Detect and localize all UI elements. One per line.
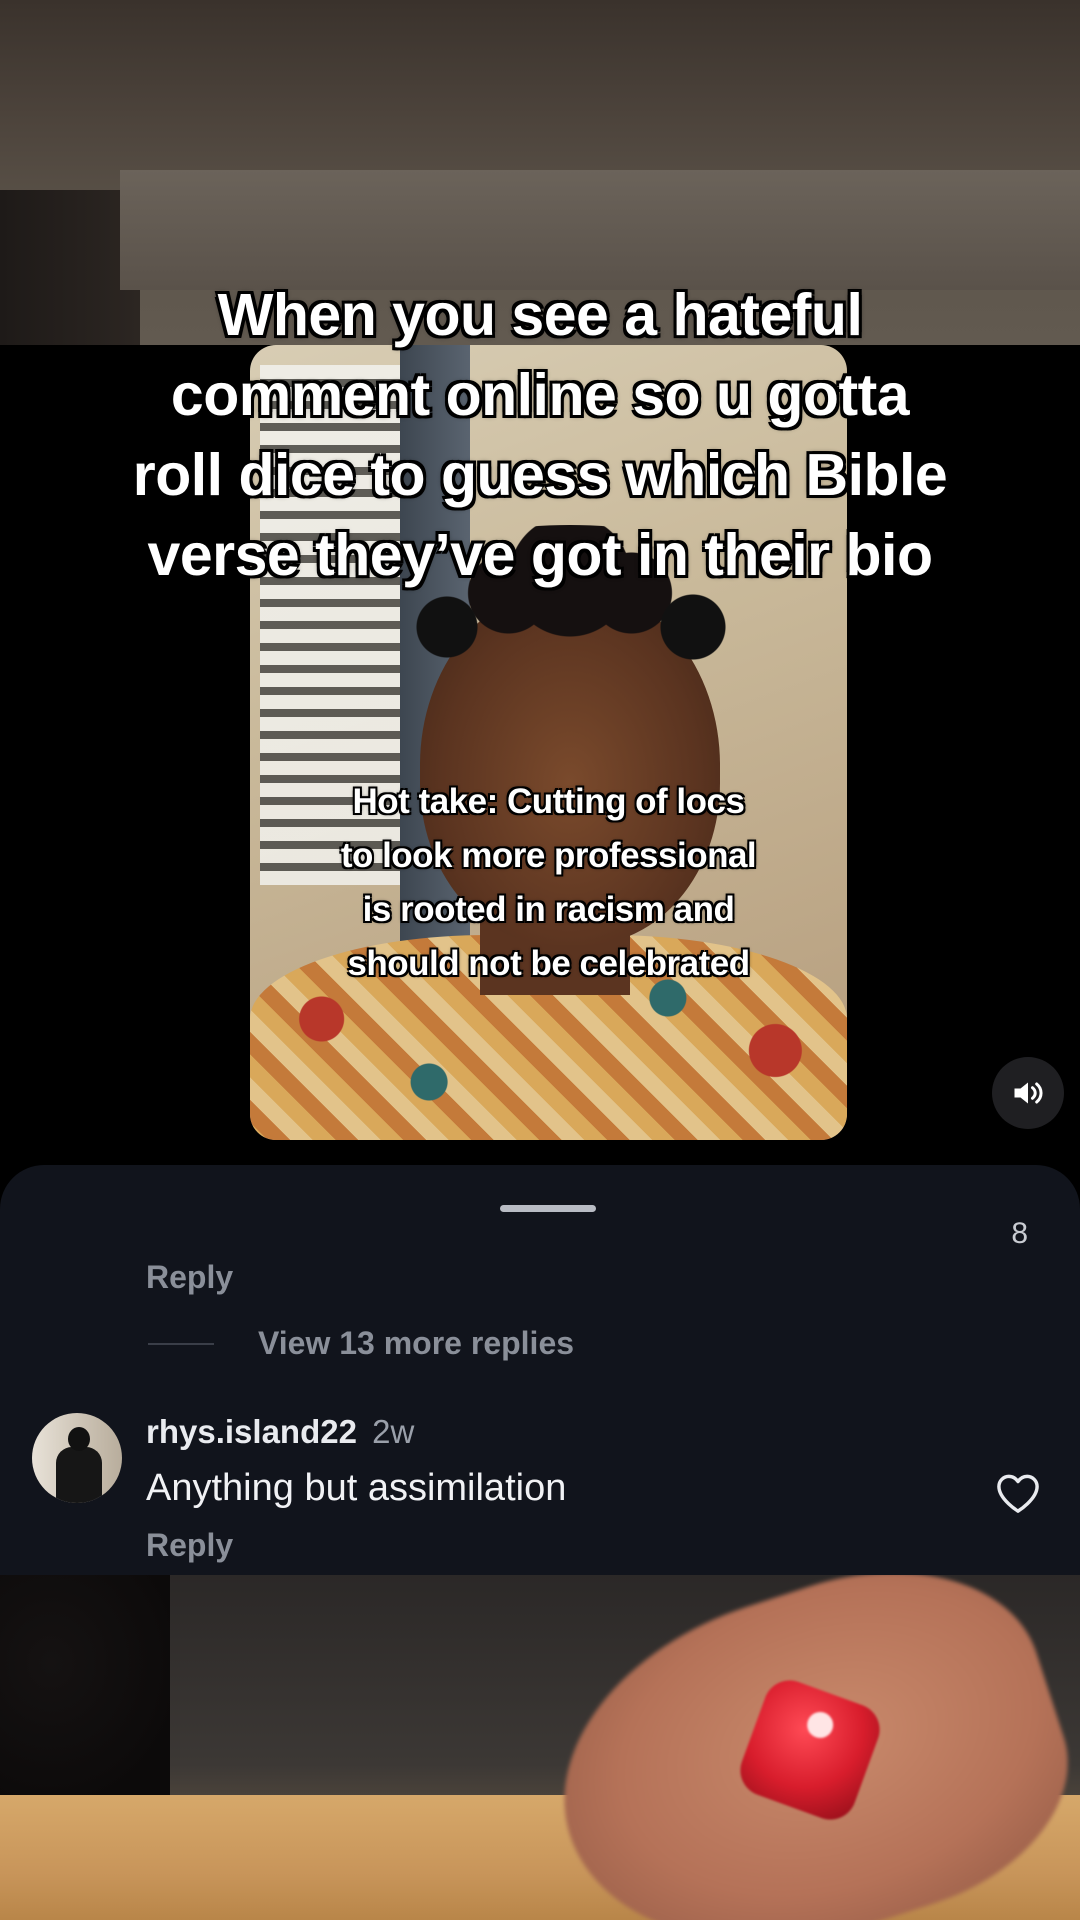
previous-comment-text-clipped: - - - - - - - - - - - [146, 1223, 526, 1239]
background-object [0, 1575, 170, 1795]
avatar[interactable] [32, 1413, 122, 1503]
video-caption-line: is rooted in racism and [362, 890, 735, 929]
video-caption-line: Hot take: Cutting of locs [352, 782, 745, 821]
main-caption-line: verse they’ve got in their bio [147, 522, 934, 588]
background-ceiling [120, 170, 1080, 290]
sound-toggle-button[interactable] [992, 1057, 1064, 1129]
heart-outline-icon [997, 1474, 1039, 1513]
background-photo-bottom [0, 1575, 1080, 1920]
main-caption: When you see a hateful comment online so… [40, 275, 1040, 595]
video-caption: Hot take: Cutting of locs to look more p… [250, 775, 847, 991]
previous-comment-like-count: 8 [1011, 1217, 1028, 1250]
main-caption-line: roll dice to guess which Bible [132, 442, 948, 508]
comment-header: rhys.island22 2w [146, 1413, 414, 1451]
main-caption-line: comment online so u gotta [170, 362, 910, 428]
comment-username[interactable]: rhys.island22 [146, 1413, 357, 1450]
sheet-drag-handle[interactable] [500, 1205, 596, 1212]
comment-text: Anything but assimilation [146, 1467, 567, 1509]
main-caption-line: When you see a hateful [217, 282, 863, 348]
replies-divider [148, 1342, 214, 1345]
view-more-replies-label: View 13 more replies [258, 1325, 575, 1361]
video-caption-line: to look more professional [340, 836, 757, 875]
comment-timestamp: 2w [372, 1413, 415, 1450]
view-more-replies-button[interactable]: View 13 more replies [148, 1325, 574, 1362]
previous-comment-reply-button[interactable]: Reply [146, 1259, 233, 1296]
video-caption-line: should not be celebrated [347, 944, 750, 983]
comment-reply-button[interactable]: Reply [146, 1527, 233, 1564]
comments-sheet[interactable]: - - - - - - - - - - - 8 Reply View 13 mo… [0, 1165, 1080, 1575]
speaker-volume-icon [1014, 1082, 1043, 1104]
comment-like-button[interactable] [990, 1465, 1046, 1521]
